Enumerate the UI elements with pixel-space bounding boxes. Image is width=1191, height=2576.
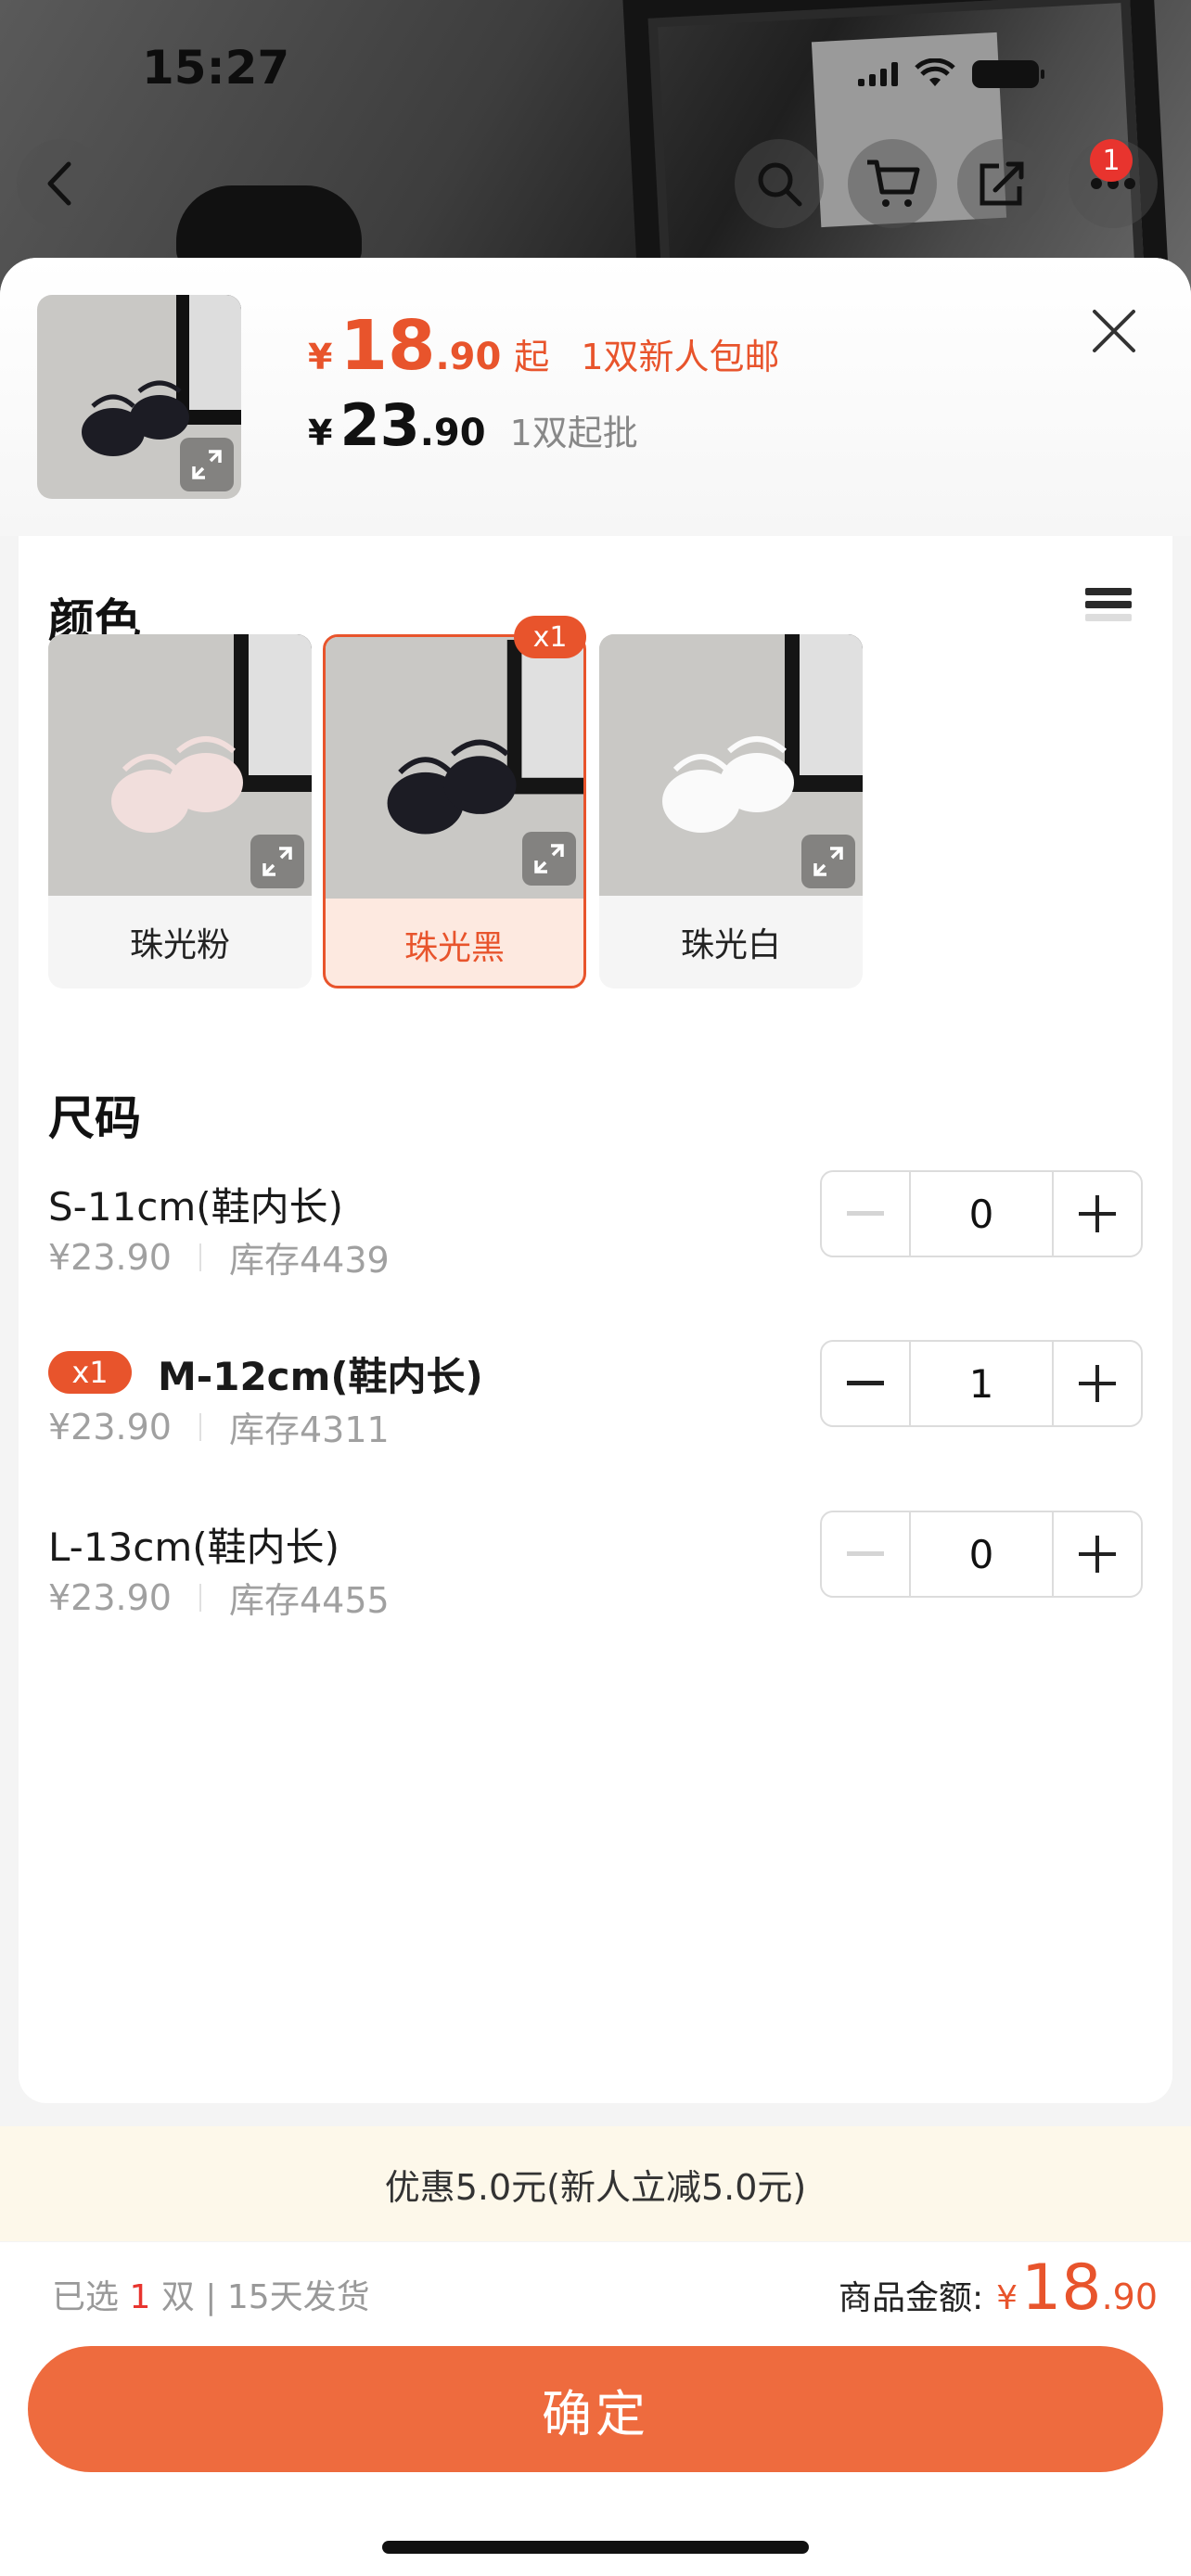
expand-icon xyxy=(813,847,843,876)
home-indicator xyxy=(382,2541,809,2554)
sheet-header: ¥ 18 .90 起 1双新人包邮 ¥ 23 .90 1双起批 xyxy=(0,258,1191,536)
sale-price: ¥ 18 .90 起 1双新人包邮 xyxy=(308,312,780,380)
size-meta: ¥23.90 库存4439 xyxy=(48,1231,390,1282)
size-row: L-13cm(鞋内长) ¥23.90 库存4455 0 xyxy=(48,1511,1143,1627)
selected-suffix: 双 | 15天发货 xyxy=(160,2278,370,2316)
selected-count: 1 xyxy=(129,2278,151,2316)
close-icon[interactable] xyxy=(1085,302,1143,360)
cart-button[interactable] xyxy=(848,139,937,228)
divider xyxy=(198,1583,201,1612)
original-price-dec: .90 xyxy=(419,412,486,454)
photo-bow xyxy=(176,185,362,269)
original-price-int: 23 xyxy=(339,391,420,459)
quantity-value[interactable]: 0 xyxy=(909,1172,1054,1256)
expand-icon xyxy=(192,450,222,479)
size-section-title: 尺码 xyxy=(48,1091,141,1145)
color-option-label: 珠光白 xyxy=(680,926,781,964)
size-price: ¥23.90 xyxy=(48,1576,172,1618)
expand-image-button[interactable] xyxy=(522,832,576,886)
product-thumbnail[interactable] xyxy=(37,295,241,499)
quantity-stepper: 1 xyxy=(820,1340,1143,1427)
cart-icon xyxy=(867,159,920,207)
increase-button[interactable] xyxy=(1054,1512,1141,1596)
minus-icon xyxy=(847,1381,884,1385)
status-time: 15:27 xyxy=(142,41,290,95)
signal-icon xyxy=(858,62,898,86)
status-icons xyxy=(858,56,1044,93)
decrease-button[interactable] xyxy=(822,1342,909,1425)
sale-price-int: 18 xyxy=(339,306,436,386)
sale-price-dec: .90 xyxy=(435,336,502,378)
size-quantity-badge: x1 xyxy=(48,1351,132,1394)
increase-button[interactable] xyxy=(1054,1342,1141,1425)
list-view-icon[interactable] xyxy=(1085,588,1132,627)
size-price: ¥23.90 xyxy=(48,1236,172,1278)
amount-summary: 商品金额: ¥ 18 .90 xyxy=(839,2251,1158,2325)
share-icon xyxy=(980,161,1024,206)
quantity-stepper: 0 xyxy=(820,1511,1143,1598)
chevron-left-icon xyxy=(47,161,71,206)
size-name: S-11cm(鞋内长) xyxy=(48,1184,344,1230)
search-icon xyxy=(758,162,802,207)
expand-icon xyxy=(534,844,564,874)
color-option-black[interactable]: 珠光黑 xyxy=(323,634,586,988)
share-button[interactable] xyxy=(957,139,1046,228)
wifi-icon xyxy=(915,58,955,86)
size-meta: ¥23.90 库存4311 xyxy=(48,1401,390,1452)
decrease-button[interactable] xyxy=(822,1172,909,1256)
expand-icon xyxy=(263,847,292,876)
plus-icon xyxy=(1079,1536,1116,1573)
size-row: x1 M-12cm(鞋内长) ¥23.90 库存4311 1 xyxy=(48,1340,1143,1457)
selected-summary: 已选 1 双 | 15天发货 xyxy=(52,2270,370,2318)
cart-count-badge: 1 xyxy=(1090,139,1133,182)
sale-price-suffix: 起 xyxy=(514,337,550,377)
minus-icon xyxy=(847,1211,884,1216)
amount-dec: .90 xyxy=(1101,2276,1158,2317)
size-meta: ¥23.90 库存4455 xyxy=(48,1572,390,1623)
color-option-white[interactable]: 珠光白 xyxy=(599,634,863,988)
size-stock: 库存4311 xyxy=(228,1409,390,1450)
battery-icon xyxy=(972,60,1044,88)
color-option-label: 珠光粉 xyxy=(129,926,230,964)
plus-icon xyxy=(1079,1365,1116,1402)
expand-image-button[interactable] xyxy=(250,835,304,888)
expand-image-button[interactable] xyxy=(801,835,855,888)
search-button[interactable] xyxy=(735,139,824,228)
divider xyxy=(198,1412,201,1441)
confirm-button[interactable]: 确定 xyxy=(28,2346,1163,2472)
size-stock: 库存4439 xyxy=(228,1240,390,1281)
options-card: 颜色 珠光粉 珠光黑 珠光白 x1 尺码 S-11cm(鞋内长) ¥23.90 … xyxy=(19,536,1172,2103)
quantity-value[interactable]: 1 xyxy=(909,1342,1054,1425)
selected-quantity-badge: x1 xyxy=(514,616,586,658)
original-price-symbol: ¥ xyxy=(308,413,333,453)
amount-label: 商品金额: xyxy=(838,2279,984,2317)
discount-banner: 优惠5.0元(新人立减5.0元) xyxy=(0,2126,1191,2241)
size-row: S-11cm(鞋内长) ¥23.90 库存4439 0 xyxy=(48,1170,1143,1287)
promo-text: 1双新人包邮 xyxy=(581,337,780,377)
size-name: L-13cm(鞋内长) xyxy=(48,1524,340,1570)
amount-int: 18 xyxy=(1021,2251,1102,2325)
quantity-value[interactable]: 0 xyxy=(909,1512,1054,1596)
sale-price-symbol: ¥ xyxy=(308,337,333,377)
color-option-label: 珠光黑 xyxy=(403,929,505,967)
min-batch-text: 1双起批 xyxy=(509,413,638,453)
amount-symbol: ¥ xyxy=(996,2279,1018,2317)
order-summary: 已选 1 双 | 15天发货 商品金额: ¥ 18 .90 xyxy=(0,2242,1191,2335)
original-price: ¥ 23 .90 1双起批 xyxy=(308,397,638,455)
sku-selector-sheet: ¥ 18 .90 起 1双新人包邮 ¥ 23 .90 1双起批 颜色 珠光粉 珠… xyxy=(0,258,1191,2576)
selected-prefix: 已选 xyxy=(52,2278,120,2316)
size-stock: 库存4455 xyxy=(228,1580,390,1621)
expand-image-button[interactable] xyxy=(180,438,234,491)
size-name: M-12cm(鞋内长) xyxy=(158,1354,483,1399)
quantity-stepper: 0 xyxy=(820,1170,1143,1257)
size-price: ¥23.90 xyxy=(48,1406,172,1447)
divider xyxy=(198,1243,201,1271)
decrease-button[interactable] xyxy=(822,1512,909,1596)
plus-icon xyxy=(1079,1195,1116,1232)
back-button[interactable] xyxy=(17,139,106,228)
increase-button[interactable] xyxy=(1054,1172,1141,1256)
color-option-pink[interactable]: 珠光粉 xyxy=(48,634,312,988)
minus-icon xyxy=(847,1551,884,1556)
